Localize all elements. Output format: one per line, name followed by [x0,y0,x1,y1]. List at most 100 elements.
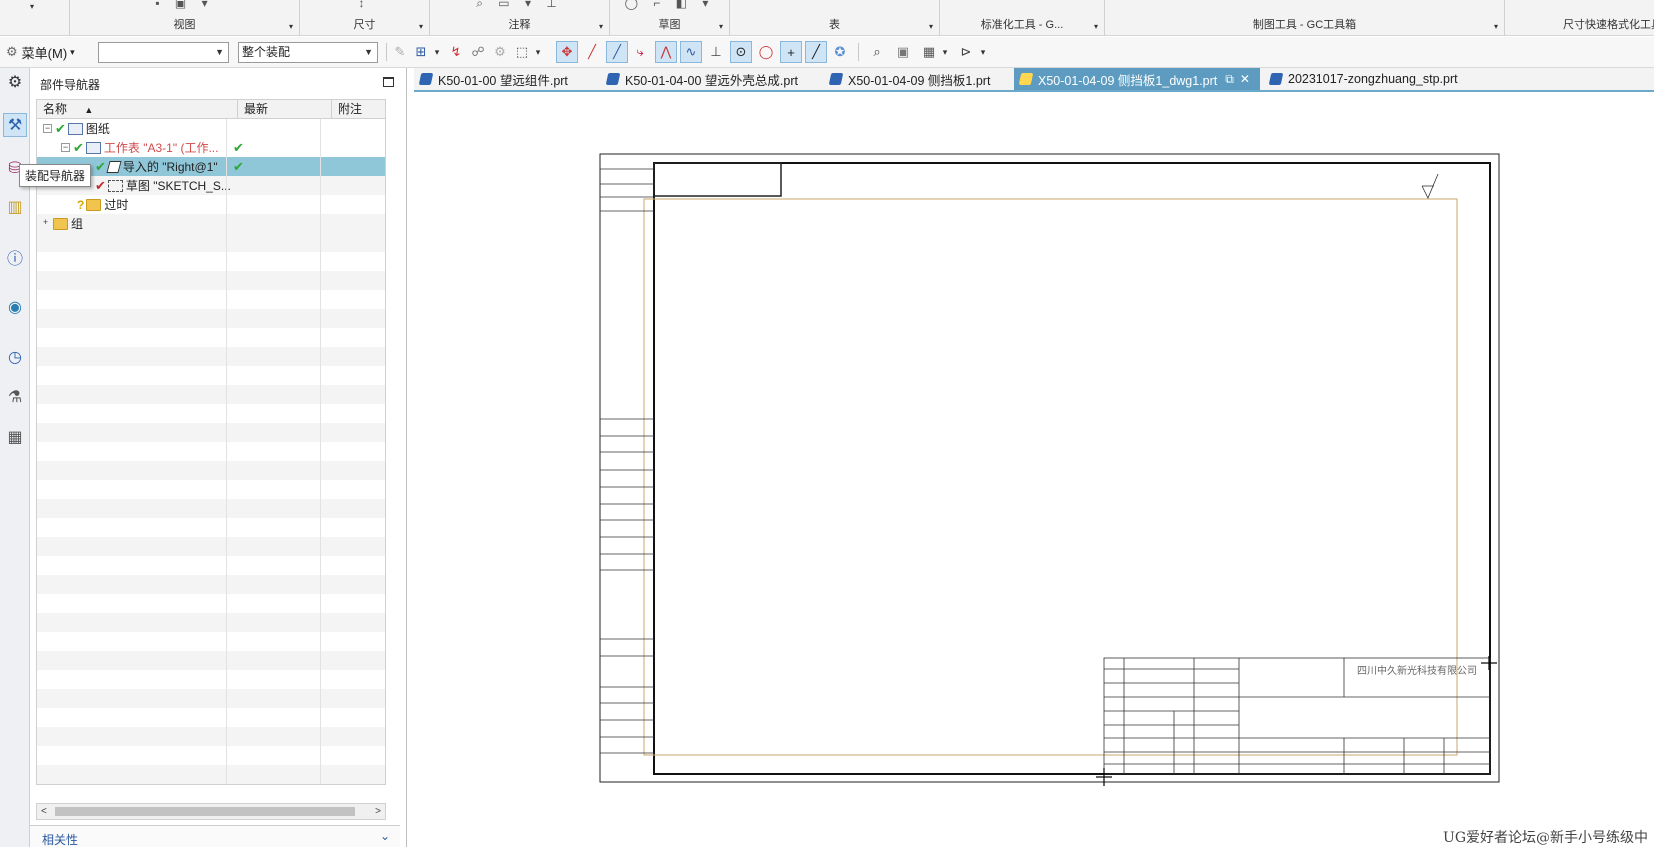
view-fit-icon[interactable]: ⌕ [866,41,888,63]
arc-center-icon[interactable]: ⊙ [730,41,752,63]
reuse-library-icon[interactable]: ▥ [3,195,27,219]
display-mode-icon[interactable]: ⊳ [955,41,977,63]
tab-x50-01-04-09[interactable]: X50-01-04-09 侧挡板1.prt [824,68,999,90]
general-selection-icon[interactable]: ✎ [390,41,410,63]
column-header-latest[interactable]: 最新 [238,100,332,119]
ribbon-group-gc-toolbox[interactable]: 制图工具 - GC工具箱 ▾ [1105,0,1505,36]
ribbon-group-annotation[interactable]: ⌕ ▭ ▾ ⊥ 注释 ▾ [430,0,610,36]
curve-point-icon[interactable]: ∿ [680,41,702,63]
toolbar-separator [386,43,387,61]
chevron-down-icon[interactable]: ▾ [533,41,543,63]
sheet-layout-icon[interactable]: ▦ [918,41,940,63]
process-studio-icon[interactable]: ⚗ [3,385,27,409]
type-filter-icon[interactable]: ⊞ [410,41,432,63]
ribbon-group-standard-tools[interactable]: 标准化工具 - G... ▾ [940,0,1105,36]
latest-check-icon: ✔ [233,158,244,174]
snap-toggle-icon[interactable]: ✥ [556,41,578,63]
menu-button[interactable]: ⚙ 菜单(M) ▾ [6,41,82,63]
history-icon[interactable]: ◷ [3,345,27,369]
scroll-left-icon[interactable]: < [41,804,47,819]
selection-filter-select[interactable]: ▼ [98,42,229,63]
chevron-down-icon[interactable]: ▾ [719,22,723,31]
column-header-notes[interactable]: 附注 [332,100,385,119]
select-body-icon[interactable]: ☍ [468,41,488,63]
quadrant-icon[interactable]: ◯ [756,41,776,63]
empty-row [37,309,385,328]
latest-check-icon: ✔ [233,139,244,155]
chevron-down-icon[interactable]: ▾ [30,2,63,11]
left-binding-strip [600,168,654,754]
chevron-down-icon[interactable]: ▾ [1494,22,1498,31]
chevron-down-icon[interactable]: ▾ [599,22,603,31]
view-tools-icons[interactable]: ▪ ▣ ▾ [70,0,299,10]
ribbon-group-dimension[interactable]: ↕ 尺寸 ▾ [300,0,430,36]
rectangle-select-icon[interactable]: ⬚ [512,41,532,63]
ribbon-group-table[interactable]: 表 ▾ [730,0,940,36]
chevron-down-icon[interactable]: ▾ [978,41,988,63]
tree-row[interactable]: ? 过时 [37,195,385,214]
drawing-canvas[interactable]: 四川中久新光科技有限公司 UG爱好者论坛@新手小号练级中 [414,94,1654,847]
point-on-curve-icon[interactable]: ╱ [805,41,827,63]
existing-point-icon[interactable]: + [780,41,802,63]
ribbon-group-view[interactable]: ▪ ▣ ▾ 视图 ▾ [70,0,300,36]
ribbon-group-left[interactable]: ▾ [0,0,70,36]
column-header-name[interactable]: 名称 ▲ [37,100,238,119]
scroll-right-icon[interactable]: > [375,804,381,819]
empty-row [37,537,385,556]
point-on-surface-icon[interactable]: ✪ [830,41,850,63]
ribbon-group-sketch[interactable]: ◯ ⌐ ◧ ▾ 草图 ▾ [610,0,730,36]
chevron-down-icon[interactable]: ▾ [419,22,423,31]
part-navigator-icon[interactable]: ⚒ [3,113,27,137]
company-name: 四川中久新光科技有限公司 [1357,664,1477,677]
collapse-icon[interactable]: − [61,143,70,152]
roles-icon[interactable]: ▦ [3,425,27,449]
tree-row[interactable]: + 组 [37,214,385,233]
dimension-icon[interactable]: ↕ [300,0,429,10]
empty-row [37,651,385,670]
image-icon[interactable]: ▣ [892,41,914,63]
web-browser-icon[interactable]: ◉ [3,295,27,319]
intersection-icon[interactable]: ⋀ [655,41,677,63]
mid-point-icon[interactable]: ╱ [606,41,628,63]
column-divider [320,119,321,784]
gear-icon[interactable]: ⚙ [3,70,27,94]
chevron-down-icon[interactable]: ▾ [1094,22,1098,31]
tab-x50-01-04-09-dwg1[interactable]: X50-01-04-09 侧挡板1_dwg1.prt ⧉ ✕ [1014,68,1260,90]
scrollbar-thumb[interactable] [55,807,355,816]
tree-item-label: 过时 [104,198,129,212]
control-point-icon[interactable]: ⤷ [630,41,650,63]
scope-select[interactable]: 整个装配 ▼ [238,42,378,63]
empty-row [37,613,385,632]
tab-label: K50-01-00 望远组件.prt [438,73,568,88]
chevron-down-icon[interactable]: ▾ [929,22,933,31]
tree-row[interactable]: − ✔ 图纸 [37,119,385,138]
ribbon-group-title: 草图 [658,19,681,31]
part-file-icon [1268,73,1284,85]
check-icon: ✔ [55,120,66,136]
empty-row [37,404,385,423]
hd3d-tools-icon[interactable]: ⓘ [3,245,27,269]
collapse-icon[interactable]: − [43,124,52,133]
related-section-header[interactable]: 相关性 ⌄ [30,825,400,847]
maximize-icon[interactable] [383,77,394,87]
tab-k50-01-00[interactable]: K50-01-00 望远组件.prt [414,68,584,90]
sketch-icons[interactable]: ◯ ⌐ ◧ ▾ [610,0,729,10]
empty-row [37,461,385,480]
close-icon[interactable]: ✕ [1240,72,1250,86]
tab-k50-01-04-00[interactable]: K50-01-04-00 望远外壳总成.prt [601,68,811,90]
tree-row[interactable]: − ✔ 工作表 "A3-1" (工作... ✔ [37,138,385,157]
end-point-icon[interactable]: ╱ [582,41,602,63]
ribbon: ▾ ▪ ▣ ▾ 视图 ▾ ↕ 尺寸 ▾ ⌕ ▭ ▾ ⊥ 注释 ▾ ◯ ⌐ ◧ ▾… [0,0,1654,36]
ribbon-group-dim-format[interactable]: 尺寸快速格式化工具 [1505,0,1654,36]
select-feature-icon[interactable]: ↯ [446,41,466,63]
tab-zongzhuang[interactable]: 20231017-zongzhuang_stp.prt [1264,68,1464,90]
select-component-icon[interactable]: ⚙ [490,41,510,63]
perpendicular-icon[interactable]: ⊥ [706,41,726,63]
expand-icon[interactable]: + [41,218,50,228]
undock-icon[interactable]: ⧉ [1225,72,1234,87]
horizontal-scrollbar[interactable]: < > [36,803,386,820]
chevron-down-icon[interactable]: ▾ [432,41,442,63]
chevron-down-icon[interactable]: ▾ [940,41,950,63]
annotation-icons[interactable]: ⌕ ▭ ▾ ⊥ [430,0,609,11]
chevron-down-icon[interactable]: ▾ [289,22,293,31]
